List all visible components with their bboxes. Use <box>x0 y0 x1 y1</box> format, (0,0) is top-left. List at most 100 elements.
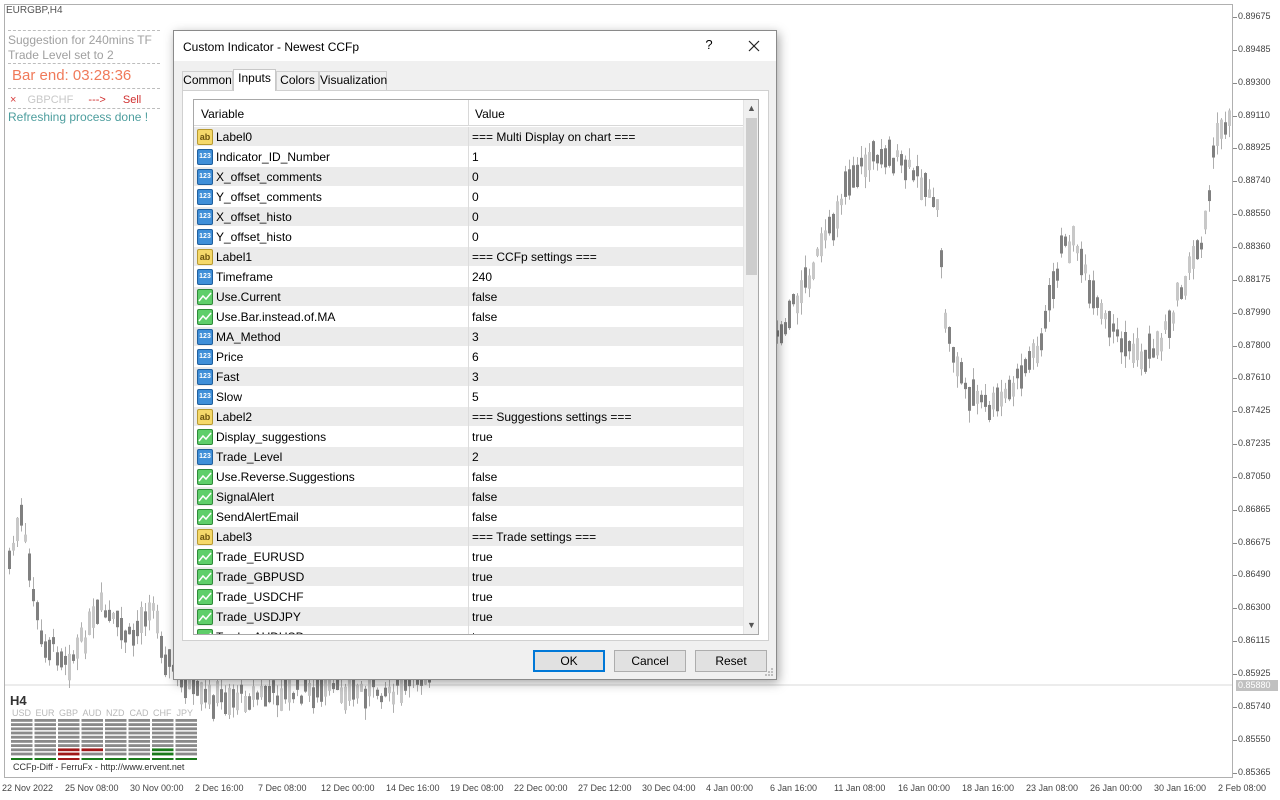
input-row[interactable]: ab Label3 === Trade settings === <box>194 527 743 547</box>
input-row[interactable]: 123 Slow 5 <box>194 387 743 407</box>
tab-visualization[interactable]: Visualization <box>319 71 387 90</box>
input-row[interactable]: 123 Fast 3 <box>194 367 743 387</box>
candle-body <box>200 682 203 705</box>
dialog-titlebar[interactable]: Custom Indicator - Newest CCFp ? <box>174 31 776 61</box>
value-cell[interactable]: false <box>469 507 743 527</box>
candle-body <box>184 679 187 699</box>
histo-base <box>152 758 174 760</box>
value-cell[interactable]: true <box>469 607 743 627</box>
time-label: 25 Nov 08:00 <box>65 783 119 793</box>
candle-body <box>956 356 959 377</box>
input-row[interactable]: 123 Indicator_ID_Number 1 <box>194 147 743 167</box>
resize-grip-icon[interactable] <box>764 667 774 677</box>
reset-button[interactable]: Reset <box>695 650 767 672</box>
help-button[interactable]: ? <box>702 37 716 55</box>
time-label: 30 Dec 04:00 <box>642 783 696 793</box>
input-row[interactable]: ab Label0 === Multi Display on chart === <box>194 127 743 147</box>
input-row[interactable]: Trade_AUDUSD true <box>194 627 743 634</box>
boolean-type-icon <box>197 609 213 625</box>
value-cell[interactable]: 3 <box>469 367 743 387</box>
histo-bar <box>34 719 56 722</box>
input-row[interactable]: Trade_USDJPY true <box>194 607 743 627</box>
price-label: 0.85740 <box>1238 700 1271 711</box>
candle-body <box>1116 329 1119 337</box>
input-row[interactable]: Use.Current false <box>194 287 743 307</box>
scroll-down-icon[interactable]: ▼ <box>744 617 758 634</box>
candle-body <box>1092 280 1095 309</box>
input-row[interactable]: 123 Price 6 <box>194 347 743 367</box>
input-row[interactable]: Use.Reverse.Suggestions false <box>194 467 743 487</box>
column-header-value[interactable]: Value <box>469 100 743 126</box>
variable-name: Display_suggestions <box>216 430 327 444</box>
input-row[interactable]: 123 Y_offset_histo 0 <box>194 227 743 247</box>
candle-body <box>1012 382 1015 397</box>
candle-body <box>968 387 971 411</box>
input-row[interactable]: ab Label2 === Suggestions settings === <box>194 407 743 427</box>
input-row[interactable]: Trade_USDCHF true <box>194 587 743 607</box>
candle-body <box>208 684 211 705</box>
candle-body <box>1200 242 1203 250</box>
histo-bar <box>105 727 127 731</box>
input-row[interactable]: ab Label1 === CCFp settings === <box>194 247 743 267</box>
input-row[interactable]: SignalAlert false <box>194 487 743 507</box>
input-row[interactable]: 123 Timeframe 240 <box>194 267 743 287</box>
close-button[interactable] <box>742 35 766 57</box>
input-row[interactable]: 123 MA_Method 3 <box>194 327 743 347</box>
value-cell[interactable]: 2 <box>469 447 743 467</box>
value-cell[interactable]: 0 <box>469 227 743 247</box>
tab-colors[interactable]: Colors <box>276 71 319 90</box>
inputs-grid: Variable Value ab Label0 === Multi Display… <box>193 99 759 635</box>
value-cell[interactable]: false <box>469 287 743 307</box>
input-row[interactable]: Trade_EURUSD true <box>194 547 743 567</box>
value-cell[interactable]: === Trade settings === <box>469 527 743 547</box>
value-cell[interactable]: false <box>469 467 743 487</box>
input-row[interactable]: 123 X_offset_comments 0 <box>194 167 743 187</box>
value-cell[interactable]: false <box>469 487 743 507</box>
value-cell[interactable]: true <box>469 587 743 607</box>
value-cell[interactable]: true <box>469 627 743 634</box>
grid-scrollbar[interactable]: ▲ ▼ <box>743 100 758 634</box>
input-row[interactable]: 123 X_offset_histo 0 <box>194 207 743 227</box>
scroll-thumb[interactable] <box>746 118 757 275</box>
value-cell[interactable]: 1 <box>469 147 743 167</box>
input-row[interactable]: SendAlertEmail false <box>194 507 743 527</box>
value-cell[interactable]: 0 <box>469 187 743 207</box>
candle-body <box>124 630 127 643</box>
variable-cell: Display_suggestions <box>194 427 469 447</box>
tab-inputs[interactable]: Inputs <box>233 69 276 91</box>
value-cell[interactable]: 6 <box>469 347 743 367</box>
histo-bar <box>34 731 56 735</box>
input-row[interactable]: 123 Trade_Level 2 <box>194 447 743 467</box>
value-cell[interactable]: 240 <box>469 267 743 287</box>
cancel-button[interactable]: Cancel <box>614 650 686 672</box>
value-cell[interactable]: true <box>469 567 743 587</box>
ok-button[interactable]: OK <box>533 650 605 672</box>
input-row[interactable]: Use.Bar.instead.of.MA false <box>194 307 743 327</box>
histo-bar <box>58 723 80 726</box>
input-row[interactable]: 123 Y_offset_comments 0 <box>194 187 743 207</box>
input-row[interactable]: Display_suggestions true <box>194 427 743 447</box>
value-cell[interactable]: 0 <box>469 167 743 187</box>
candle-body <box>860 157 863 167</box>
value-cell[interactable]: 0 <box>469 207 743 227</box>
column-header-variable[interactable]: Variable <box>194 100 469 126</box>
value-cell[interactable]: === Suggestions settings === <box>469 407 743 427</box>
value-cell[interactable]: === CCFp settings === <box>469 247 743 267</box>
value-cell[interactable]: false <box>469 307 743 327</box>
input-row[interactable]: Trade_GBPUSD true <box>194 567 743 587</box>
value-cell[interactable]: 3 <box>469 327 743 347</box>
variable-name: Trade_Level <box>216 450 283 464</box>
price-label: 0.88550 <box>1238 208 1271 219</box>
histo-bar <box>58 752 80 756</box>
scroll-up-icon[interactable]: ▲ <box>744 100 758 117</box>
candle-body <box>340 687 343 703</box>
histo-bar <box>81 719 103 722</box>
tab-common[interactable]: Common <box>182 71 233 90</box>
candle-body <box>1120 338 1123 353</box>
histo-bar <box>128 752 150 756</box>
candle-body <box>212 695 215 719</box>
value-cell[interactable]: true <box>469 427 743 447</box>
value-cell[interactable]: true <box>469 547 743 567</box>
value-cell[interactable]: === Multi Display on chart === <box>469 127 743 147</box>
value-cell[interactable]: 5 <box>469 387 743 407</box>
